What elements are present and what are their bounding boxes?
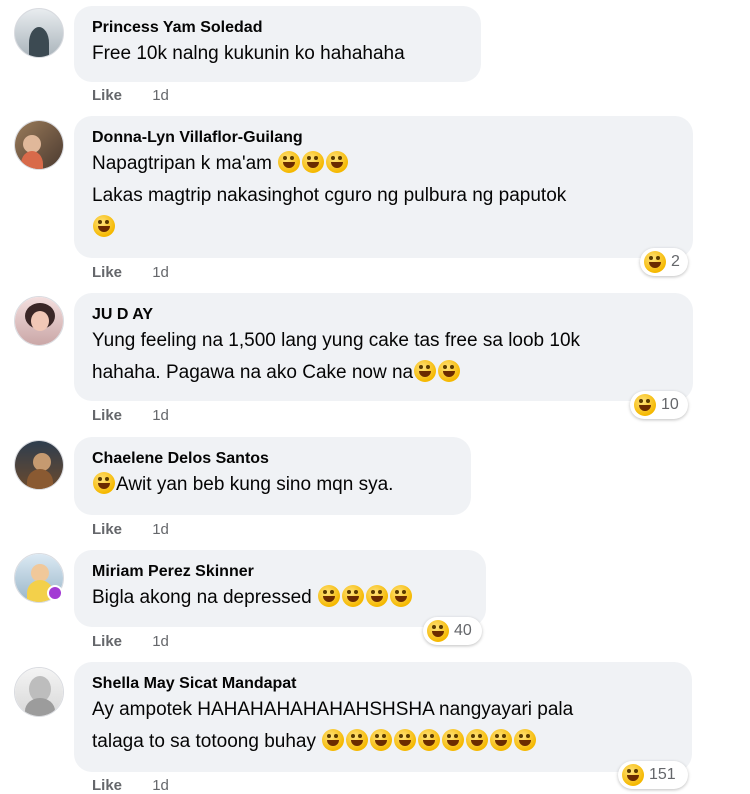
like-button[interactable]: Like	[92, 87, 122, 104]
laughing-emoji-icon	[394, 729, 417, 751]
laughing-emoji-icon	[302, 151, 325, 173]
comment-text: Bigla akong na depressed	[92, 587, 312, 608]
comment-author[interactable]: Chaelene Delos Santos	[92, 449, 453, 469]
laughing-emoji-icon	[644, 251, 666, 273]
like-button[interactable]: Like	[92, 264, 122, 281]
online-status-icon	[47, 585, 63, 601]
laughing-emoji-icon	[278, 151, 301, 173]
laughing-emoji-icon	[346, 729, 369, 751]
laughing-emoji-icon	[370, 729, 393, 751]
avatar[interactable]	[14, 296, 64, 346]
rolling-laughing-emoji-icon	[414, 360, 437, 382]
comment-text: Awit yan beb kung sino mqn sya.	[116, 474, 394, 495]
comment-bubble: Donna-Lyn Villaflor-Guilang Napagtripan …	[74, 116, 693, 258]
laughing-emoji-icon	[514, 729, 537, 751]
like-button[interactable]: Like	[92, 521, 122, 538]
comment-author[interactable]: Shella May Sicat Mandapat	[92, 674, 674, 694]
avatar[interactable]	[14, 120, 64, 170]
reaction-count: 2	[671, 253, 680, 270]
avatar[interactable]	[14, 8, 64, 58]
laughing-emoji-icon	[466, 729, 489, 751]
comment-bubble: Chaelene Delos Santos Awit yan beb kung …	[74, 437, 471, 515]
comment-bubble: JU D AY Yung feeling na 1,500 lang yung …	[74, 293, 693, 401]
comment-text: Lakas magtrip nakasinghot cguro ng pulbu…	[92, 185, 567, 206]
reaction-summary[interactable]: 40	[423, 617, 482, 645]
avatar[interactable]	[14, 440, 64, 490]
laughing-emoji-icon	[622, 764, 644, 786]
comment-author[interactable]: Donna-Lyn Villaflor-Guilang	[92, 128, 675, 148]
laughing-emoji-icon	[634, 394, 656, 416]
comment-author[interactable]: Princess Yam Soledad	[92, 18, 463, 38]
reaction-count: 151	[649, 766, 676, 783]
comment-timestamp[interactable]: 1d	[152, 264, 169, 281]
reaction-count: 40	[454, 622, 472, 639]
laughing-emoji-icon	[490, 729, 513, 751]
like-button[interactable]: Like	[92, 407, 122, 424]
comment-timestamp[interactable]: 1d	[152, 777, 169, 794]
laughing-emoji-icon	[318, 585, 340, 607]
rolling-laughing-emoji-icon	[438, 360, 461, 382]
comment-text: Free 10k nalng kukunin ko hahahaha	[92, 43, 405, 64]
reaction-summary[interactable]: 2	[640, 248, 688, 276]
comment-timestamp[interactable]: 1d	[152, 407, 169, 424]
laughing-emoji-icon	[322, 729, 345, 751]
comment-text: talaga to sa totoong buhay	[92, 731, 316, 752]
reaction-summary[interactable]: 151	[618, 761, 688, 789]
like-button[interactable]: Like	[92, 633, 122, 650]
reaction-count: 10	[661, 396, 679, 413]
laughing-emoji-icon	[418, 729, 441, 751]
comment-text: Yung feeling na 1,500 lang yung cake tas…	[92, 330, 581, 351]
comment-timestamp[interactable]: 1d	[152, 633, 169, 650]
comment-timestamp[interactable]: 1d	[152, 87, 169, 104]
avatar[interactable]	[14, 667, 64, 717]
comment-author[interactable]: JU D AY	[92, 305, 675, 325]
reaction-summary[interactable]: 10	[630, 391, 688, 419]
laughing-emoji-icon	[326, 151, 349, 173]
laughing-emoji-icon	[366, 585, 388, 607]
laughing-emoji-icon	[390, 585, 412, 607]
comment-text: hahaha. Pagawa na ako Cake now na	[92, 362, 414, 383]
comment-text: Ay ampotek HAHAHAHAHAHAHSHSHA nangyayari…	[92, 699, 574, 720]
comment-author[interactable]: Miriam Perez Skinner	[92, 562, 468, 582]
comment-timestamp[interactable]: 1d	[152, 521, 169, 538]
grinning-sweat-emoji-icon	[93, 472, 115, 494]
comment-bubble: Shella May Sicat Mandapat Ay ampotek HAH…	[74, 662, 692, 772]
like-button[interactable]: Like	[92, 777, 122, 794]
laughing-emoji-icon	[427, 620, 449, 642]
laughing-emoji-icon	[342, 585, 364, 607]
comment-bubble: Princess Yam Soledad Free 10k nalng kuku…	[74, 6, 481, 82]
laughing-emoji-icon	[442, 729, 465, 751]
comment-bubble: Miriam Perez Skinner Bigla akong na depr…	[74, 550, 486, 627]
comment-text: Napagtripan k ma'am	[92, 153, 272, 174]
laughing-emoji-icon	[93, 215, 115, 237]
